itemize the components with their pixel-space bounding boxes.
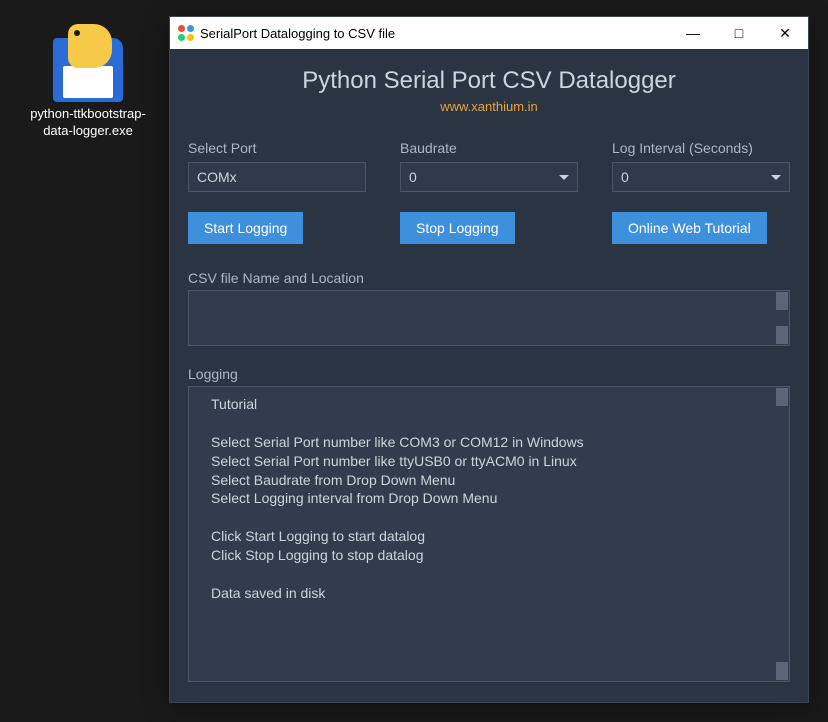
- csv-section-label: CSV file Name and Location: [188, 270, 790, 286]
- titlebar-icon: [178, 25, 194, 41]
- scrollbar-thumb[interactable]: [776, 662, 788, 680]
- start-logging-button[interactable]: Start Logging: [188, 212, 303, 244]
- scrollbar-thumb[interactable]: [776, 388, 788, 406]
- desktop-shortcut-label: python-ttkbootstrap-data-logger.exe: [28, 106, 148, 140]
- chevron-down-icon: [559, 175, 569, 180]
- chevron-down-icon: [771, 175, 781, 180]
- page-title: Python Serial Port CSV Datalogger: [188, 67, 790, 95]
- app-icon: [48, 22, 128, 102]
- close-button[interactable]: ✕: [762, 17, 808, 49]
- logging-textarea[interactable]: Tutorial Select Serial Port number like …: [188, 386, 790, 682]
- app-window: SerialPort Datalogging to CSV file — □ ✕…: [169, 16, 809, 703]
- baudrate-label: Baudrate: [400, 140, 578, 156]
- online-tutorial-button[interactable]: Online Web Tutorial: [612, 212, 767, 244]
- website-link[interactable]: www.xanthium.in: [188, 99, 790, 114]
- baudrate-select[interactable]: 0: [400, 162, 578, 192]
- stop-logging-button[interactable]: Stop Logging: [400, 212, 515, 244]
- minimize-button[interactable]: —: [670, 17, 716, 49]
- interval-label: Log Interval (Seconds): [612, 140, 790, 156]
- interval-select[interactable]: 0: [612, 162, 790, 192]
- scrollbar-thumb[interactable]: [776, 292, 788, 310]
- interval-value: 0: [621, 169, 629, 185]
- scrollbar-thumb[interactable]: [776, 326, 788, 344]
- maximize-button[interactable]: □: [716, 17, 762, 49]
- baudrate-value: 0: [409, 169, 417, 185]
- titlebar[interactable]: SerialPort Datalogging to CSV file — □ ✕: [170, 17, 808, 49]
- csv-path-textarea[interactable]: [188, 290, 790, 346]
- port-input[interactable]: [188, 162, 366, 192]
- desktop-shortcut[interactable]: python-ttkbootstrap-data-logger.exe: [28, 22, 148, 140]
- port-label: Select Port: [188, 140, 366, 156]
- logging-section-label: Logging: [188, 366, 790, 382]
- window-title: SerialPort Datalogging to CSV file: [200, 26, 670, 41]
